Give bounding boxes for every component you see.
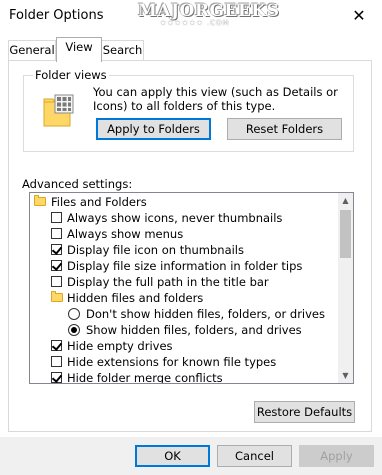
checkbox-checked[interactable] — [51, 372, 63, 383]
folder-view-icon — [43, 94, 77, 128]
checkbox-checked[interactable] — [51, 340, 63, 351]
scroll-up-icon[interactable]: ▲ — [338, 193, 353, 208]
checkbox[interactable] — [51, 212, 62, 223]
tab-search[interactable]: Search — [101, 40, 144, 61]
ok-button[interactable]: OK — [135, 445, 210, 467]
checkbox[interactable] — [51, 228, 62, 239]
radio-button-selected[interactable] — [68, 324, 80, 336]
scrollbar-thumb[interactable] — [340, 210, 351, 258]
checkbox[interactable] — [51, 276, 62, 287]
watermark-sub: ★★★★★★ .COM — [160, 19, 230, 27]
watermark-logo: MAJORGEEKS — [138, 1, 280, 21]
window-title: Folder Options — [9, 8, 104, 23]
cancel-button[interactable]: Cancel — [217, 445, 292, 467]
folder-views-label: Folder views — [33, 68, 109, 82]
tab-general[interactable]: General — [8, 40, 56, 61]
checkbox[interactable] — [51, 356, 62, 367]
reset-folders-button[interactable]: Reset Folders — [227, 118, 342, 140]
checkbox-checked[interactable] — [51, 244, 63, 255]
folder-icon — [51, 291, 63, 302]
close-icon[interactable]: ✕ — [348, 5, 370, 27]
advanced-settings-list: Files and Folders Always show icons, nev… — [29, 192, 354, 384]
apply-to-folders-button[interactable]: Apply to Folders — [96, 118, 211, 140]
folder-views-description: You can apply this view (such as Details… — [93, 85, 338, 113]
scroll-down-icon[interactable]: ▼ — [338, 368, 353, 383]
apply-button[interactable]: Apply — [299, 445, 374, 467]
folder-icon — [34, 195, 46, 206]
advanced-settings-label: Advanced settings: — [22, 177, 133, 191]
radio-button[interactable] — [68, 308, 80, 320]
tab-view[interactable]: View — [56, 37, 102, 62]
vertical-scrollbar[interactable]: ▲ ▼ — [338, 193, 353, 383]
checkbox-checked[interactable] — [51, 260, 63, 271]
restore-defaults-button[interactable]: Restore Defaults — [254, 401, 355, 423]
